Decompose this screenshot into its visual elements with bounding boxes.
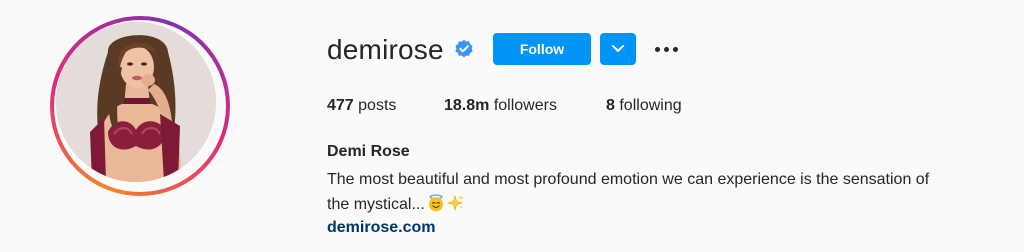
following-link[interactable]: 8 following: [606, 96, 682, 116]
verified-badge-icon: [455, 39, 473, 58]
more-dot: [655, 47, 660, 52]
posts-count-label: posts: [358, 97, 397, 114]
more-dot: [673, 47, 678, 52]
followers-link[interactable]: 18.8m followers: [444, 96, 557, 116]
profile-avatar-ring[interactable]: [50, 16, 230, 196]
followers-count-value: 18.8m: [444, 97, 490, 114]
profile-username: demirose: [327, 34, 444, 65]
more-dot: [664, 47, 669, 52]
follow-button[interactable]: Follow: [493, 33, 591, 65]
profile-website-link[interactable]: demirose.com: [327, 218, 435, 238]
suggested-accounts-dropdown-button[interactable]: [600, 33, 636, 65]
posts-count: 477 posts: [327, 96, 396, 116]
bio-line-2-row: the mystical...: [327, 192, 1007, 217]
posts-count-value: 477: [327, 97, 354, 114]
smiling-face-with-halo-icon: [428, 194, 443, 212]
profile-full-name: Demi Rose: [327, 143, 410, 160]
following-count-value: 8: [606, 97, 615, 114]
avatar[interactable]: [56, 22, 216, 182]
bio-line-2: the mystical...: [327, 196, 425, 213]
bio-line-1: The most beautiful and most profound emo…: [327, 171, 930, 188]
profile-photo: [56, 22, 216, 182]
followers-count-label: followers: [493, 97, 557, 114]
sparkles-icon: [446, 194, 464, 212]
profile-bio: The most beautiful and most profound emo…: [327, 167, 1007, 217]
more-options-icon[interactable]: [654, 38, 680, 60]
following-count-label: following: [619, 97, 682, 114]
chevron-down-icon: [612, 45, 624, 52]
